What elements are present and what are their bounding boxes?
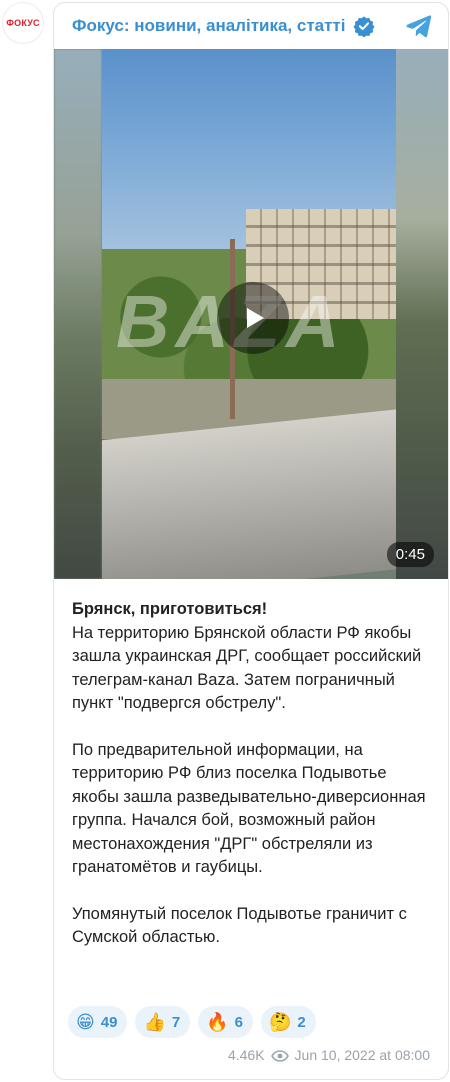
post-paragraph-1-text: На территорию Брянской области РФ якобы … bbox=[72, 623, 422, 713]
reaction-emoji: 🔥 bbox=[206, 1012, 229, 1032]
post-text: Брянск, приготовиться! На территорию Бря… bbox=[54, 579, 448, 950]
video-duration: 0:45 bbox=[386, 542, 434, 567]
reaction-count: 49 bbox=[100, 1013, 118, 1031]
video-blur-left bbox=[54, 49, 102, 579]
post-footer: 4.46K Jun 10, 2022 at 08:00 bbox=[228, 1047, 430, 1063]
play-icon[interactable] bbox=[217, 282, 289, 354]
channel-name[interactable]: Фокус: новини, аналітика, статті bbox=[72, 16, 346, 36]
reaction-emoji: 😁 bbox=[76, 1012, 95, 1032]
video-player[interactable]: BAZA 0:45 bbox=[54, 49, 448, 579]
reaction-count: 6 bbox=[234, 1013, 243, 1031]
post-card: Фокус: новини, аналітика, статті BAZA 0:… bbox=[53, 2, 449, 1080]
reaction-grin[interactable]: 😁 49 bbox=[68, 1006, 128, 1038]
view-count: 4.46K bbox=[227, 1047, 265, 1063]
post-paragraph-3: Упомянутый поселок Подывотье граничит с … bbox=[72, 904, 407, 947]
channel-avatar[interactable]: ФОКУС bbox=[2, 2, 44, 44]
reaction-emoji: 🤔 bbox=[268, 1012, 292, 1032]
reaction-thinking[interactable]: 🤔 2 bbox=[260, 1006, 316, 1038]
post-paragraph-2: По предварительной информации, на террит… bbox=[72, 740, 426, 877]
reaction-count: 7 bbox=[171, 1013, 181, 1031]
reaction-fire[interactable]: 🔥 6 bbox=[198, 1006, 253, 1038]
reaction-thumbs-up[interactable]: 👍 7 bbox=[135, 1006, 191, 1038]
post-paragraph-1: Брянск, приготовиться! На территорию Бря… bbox=[72, 598, 434, 716]
post-header: Фокус: новини, аналітика, статті bbox=[54, 3, 448, 49]
reactions-bar: 😁 49 👍 7 🔥 6 🤔 2 bbox=[68, 1006, 316, 1038]
eye-icon bbox=[270, 1049, 289, 1062]
avatar-label: ФОКУС bbox=[6, 18, 40, 28]
telegram-icon[interactable] bbox=[404, 13, 432, 39]
reaction-count: 2 bbox=[297, 1013, 306, 1031]
post-date: Jun 10, 2022 at 08:00 bbox=[294, 1047, 430, 1063]
post-title: Брянск, приготовиться! bbox=[72, 600, 268, 618]
verified-badge-icon bbox=[352, 15, 375, 37]
video-blur-right bbox=[396, 49, 448, 579]
reaction-emoji: 👍 bbox=[143, 1012, 166, 1032]
